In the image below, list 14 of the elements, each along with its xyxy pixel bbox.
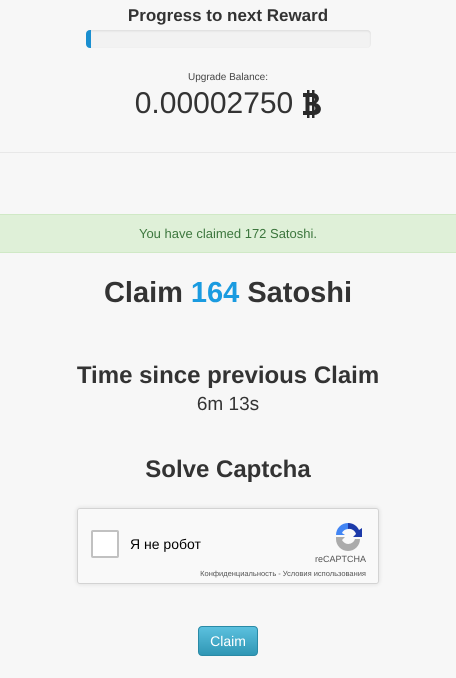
recaptcha-brand: reCAPTCHA [314, 554, 366, 564]
bitcoin-icon [301, 90, 322, 118]
timer-title: Time since previous Claim [76, 362, 380, 390]
captcha-title: Solve Captcha [145, 456, 311, 484]
balance-value: 0.00002750 [134, 87, 294, 121]
claim-heading: Claim [104, 277, 183, 310]
progress-title: Progress to next Reward [128, 6, 328, 26]
alert-text: You have claimed 172 Satoshi. [138, 226, 318, 241]
claim-unit: Satoshi [247, 277, 352, 310]
claim-amount: 164 [190, 277, 240, 310]
timer-value: 6m 13s [196, 394, 260, 416]
captcha-checkbox[interactable] [91, 530, 119, 558]
balance-label: Upgrade Balance: [188, 72, 268, 83]
captcha-label: Я не робот [130, 536, 201, 552]
